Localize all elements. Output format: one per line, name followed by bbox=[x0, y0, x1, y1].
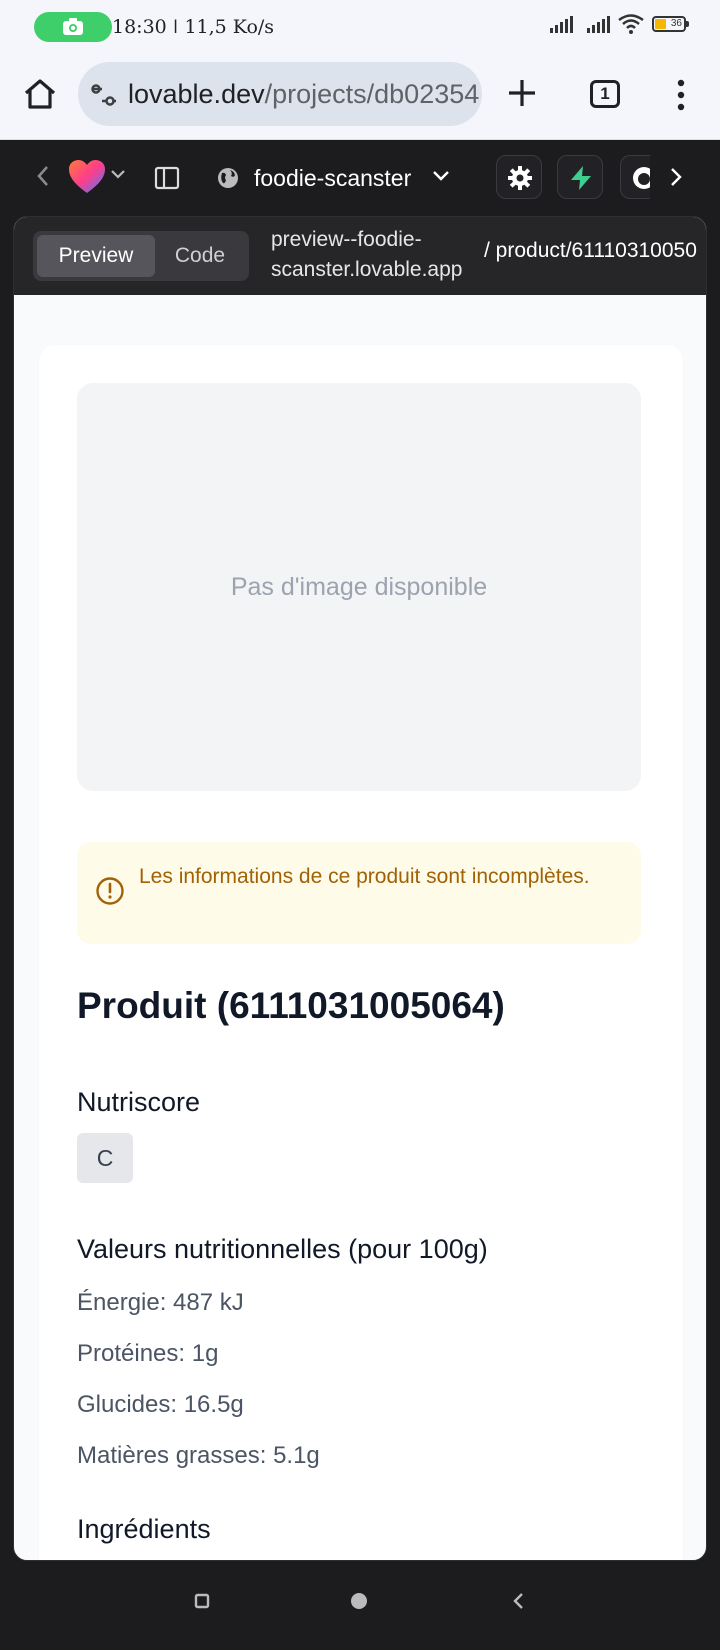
tab-switcher-button[interactable]: 1 bbox=[590, 80, 620, 108]
plus-icon[interactable] bbox=[505, 76, 539, 110]
system-nav-bar bbox=[0, 1562, 720, 1650]
supabase-button[interactable] bbox=[557, 155, 603, 199]
url-domain: lovable.dev bbox=[128, 79, 265, 109]
lovable-toolbar: foodie-scanster bbox=[0, 141, 720, 213]
url-path: /projects/db02354 bbox=[264, 79, 480, 109]
nutrition-energy: Énergie: 487 kJ bbox=[77, 1289, 244, 1316]
signal-icon-2 bbox=[587, 15, 610, 33]
alert-message: Les informations de ce produit sont inco… bbox=[139, 865, 590, 888]
camera-icon bbox=[63, 18, 83, 35]
url-text: lovable.dev/projects/db02354 bbox=[128, 79, 479, 110]
project-name[interactable]: foodie-scanster bbox=[254, 165, 411, 192]
battery-icon: 36 bbox=[652, 16, 689, 32]
preview-host[interactable]: preview--foodie-scanster.lovable.app bbox=[271, 225, 481, 285]
tab-code[interactable]: Code bbox=[155, 235, 245, 277]
github-icon bbox=[633, 167, 650, 189]
gear-icon bbox=[508, 166, 532, 190]
nutrition-heading: Valeurs nutritionnelles (pour 100g) bbox=[77, 1234, 488, 1264]
nutriscore-heading: Nutriscore bbox=[77, 1087, 201, 1117]
more-vert-icon[interactable] bbox=[675, 78, 687, 112]
status-time-speed: 18:30 ǀ 11,5 Ko/s bbox=[112, 16, 275, 38]
incomplete-alert: Les informations de ce produit sont inco… bbox=[77, 842, 641, 944]
settings-button[interactable] bbox=[496, 155, 542, 199]
project-chevron-down-icon[interactable] bbox=[432, 168, 450, 182]
preview-header: Preview Code preview--foodie-scanster.lo… bbox=[14, 217, 706, 295]
nutrition-carbs: Glucides: 16.5g bbox=[77, 1391, 244, 1418]
sidebar-toggle-icon[interactable] bbox=[154, 165, 180, 191]
preview-frame: Preview Code preview--foodie-scanster.lo… bbox=[13, 216, 707, 1561]
home-nav-icon[interactable] bbox=[349, 1591, 369, 1611]
signal-icon bbox=[550, 15, 573, 33]
back-nav-icon[interactable] bbox=[510, 1591, 526, 1611]
chevron-left-icon[interactable] bbox=[34, 163, 52, 189]
lovable-logo-icon[interactable] bbox=[68, 159, 106, 195]
product-card: Pas d'image disponible Les informations … bbox=[39, 345, 683, 1560]
globe-icon bbox=[218, 168, 238, 188]
product-title: Produit (6111031005064) bbox=[77, 985, 505, 1026]
chevron-right-icon[interactable] bbox=[668, 165, 684, 189]
product-image-placeholder: Pas d'image disponible bbox=[77, 383, 641, 791]
nutriscore-badge: C bbox=[77, 1133, 133, 1183]
browser-toolbar: lovable.dev/projects/db02354 1 bbox=[0, 56, 720, 140]
nutrition-fat: Matières grasses: 5.1g bbox=[77, 1442, 320, 1469]
wifi-icon bbox=[618, 14, 644, 34]
alert-circle-icon bbox=[96, 877, 124, 905]
home-icon[interactable] bbox=[22, 76, 58, 112]
supabase-bolt-icon bbox=[571, 166, 591, 190]
nutrition-protein: Protéines: 1g bbox=[77, 1340, 219, 1367]
battery-level: 36 bbox=[670, 18, 682, 29]
no-image-text: Pas d'image disponible bbox=[230, 572, 488, 601]
ingredients-heading: Ingrédients bbox=[77, 1514, 211, 1544]
screen-record-indicator[interactable] bbox=[34, 12, 112, 42]
recents-icon[interactable] bbox=[193, 1592, 211, 1610]
github-button[interactable] bbox=[620, 155, 650, 199]
address-bar[interactable]: lovable.dev/projects/db02354 bbox=[78, 62, 482, 126]
preview-route[interactable]: / product/61110310050 bbox=[484, 239, 697, 263]
tab-preview[interactable]: Preview bbox=[37, 235, 155, 277]
view-toggle: Preview Code bbox=[33, 231, 249, 281]
status-bar: 18:30 ǀ 11,5 Ko/s 36 bbox=[0, 0, 720, 56]
chevron-down-icon[interactable] bbox=[110, 168, 126, 180]
site-settings-icon[interactable] bbox=[90, 82, 118, 108]
